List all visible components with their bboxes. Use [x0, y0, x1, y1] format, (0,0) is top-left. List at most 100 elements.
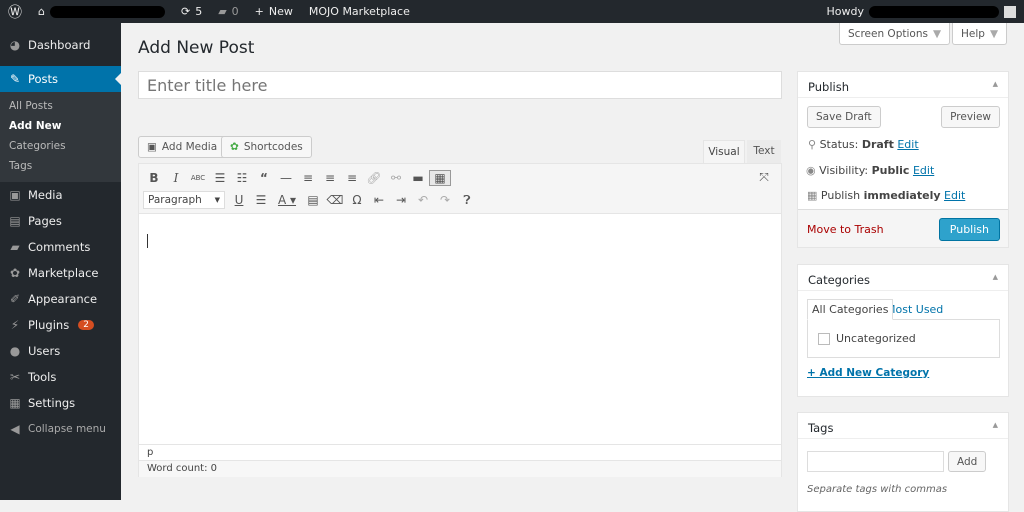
category-item[interactable]: Uncategorized	[818, 332, 989, 345]
edit-visibility-link[interactable]: Edit	[913, 164, 934, 177]
submenu-tags[interactable]: Tags	[0, 157, 121, 177]
visibility-row: ◉ Visibility: Public Edit	[806, 164, 934, 177]
submenu-all-posts[interactable]: All Posts	[0, 97, 121, 117]
collapse-menu-button[interactable]: ◀Collapse menu	[0, 416, 121, 442]
editor-toolbar: BIABC☰☷“—≡≡≡🔗︎⚯▬▦ ⤧ Paragraph▼ U☰A ▾▤⌫Ω⇤…	[139, 164, 781, 214]
avatar	[1004, 6, 1016, 18]
sidebar-item-dashboard[interactable]: ◕Dashboard	[0, 32, 121, 58]
align-center-icon[interactable]: ≡	[319, 171, 341, 185]
sidebar-item-users[interactable]: ●Users	[0, 338, 121, 364]
account-menu[interactable]: Howdy	[819, 0, 1024, 23]
collapse-arrow-icon[interactable]: ▲	[993, 273, 998, 282]
marketplace-icon: ✿	[8, 266, 22, 280]
editor-path: p	[139, 444, 781, 460]
tags-box: Tags▲ Add Separate tags with commas	[797, 412, 1009, 512]
sidebar-item-marketplace[interactable]: ✿Marketplace	[0, 260, 121, 286]
settings-icon: ▦	[8, 396, 22, 410]
edit-status-link[interactable]: Edit	[897, 138, 918, 151]
sidebar-item-posts[interactable]: ✎Posts	[0, 66, 121, 92]
toolbar-toggle-icon[interactable]: ▦	[429, 170, 451, 186]
submenu-categories[interactable]: Categories	[0, 137, 121, 157]
shortcodes-button[interactable]: ✿Shortcodes	[221, 136, 312, 158]
media-icon: ▣	[147, 141, 157, 153]
sidebar-item-media[interactable]: ▣Media	[0, 182, 121, 208]
updates-link[interactable]: ⟳5	[173, 0, 210, 23]
sidebar-item-comments[interactable]: ▰Comments	[0, 234, 121, 260]
align-left-icon[interactable]: ≡	[297, 171, 319, 185]
sidebar: ◕Dashboard ✎Posts All Posts Add New Cate…	[0, 23, 121, 500]
collapse-arrow-icon[interactable]: ▲	[993, 421, 998, 430]
bullet-list-icon[interactable]: ☰	[209, 171, 231, 185]
tab-most-used[interactable]: Most Used	[886, 303, 943, 316]
edit-schedule-link[interactable]: Edit	[944, 189, 965, 202]
help-button[interactable]: Help▼	[952, 23, 1007, 45]
tab-all-categories[interactable]: All Categories	[807, 299, 893, 320]
save-draft-button[interactable]: Save Draft	[807, 106, 881, 128]
add-new-category-link[interactable]: + Add New Category	[807, 367, 929, 379]
publish-button[interactable]: Publish	[939, 218, 1000, 241]
brush-icon: ✐	[8, 292, 22, 306]
indent-icon[interactable]: ⇥	[390, 193, 412, 207]
collapse-arrow-icon[interactable]: ▲	[993, 80, 998, 89]
publish-actions: Move to Trash Publish	[798, 209, 1008, 247]
undo-icon[interactable]: ↶	[412, 193, 434, 207]
italic-icon[interactable]: I	[165, 171, 187, 185]
sidebar-item-plugins[interactable]: ⚡Plugins2	[0, 312, 121, 338]
new-content-link[interactable]: +New	[247, 0, 301, 23]
post-title-input[interactable]	[138, 71, 782, 99]
category-checkbox[interactable]	[818, 333, 830, 345]
blockquote-icon[interactable]: “	[253, 171, 275, 185]
add-media-button[interactable]: ▣Add Media	[138, 136, 226, 158]
tab-text[interactable]: Text	[747, 140, 781, 163]
help-icon[interactable]: ❓︎	[456, 193, 478, 208]
clear-formatting-icon[interactable]: ⌫	[324, 193, 346, 207]
sidebar-item-appearance[interactable]: ✐Appearance	[0, 286, 121, 312]
status-row: ⚲ Status: Draft Edit	[808, 138, 919, 151]
unlink-icon[interactable]: ⚯	[385, 171, 407, 185]
caret-down-icon: ▼	[933, 28, 941, 40]
redo-icon[interactable]: ↷	[434, 193, 456, 207]
marketplace-link[interactable]: MOJO Marketplace	[301, 0, 418, 23]
category-list: Uncategorized	[807, 319, 1000, 358]
sidebar-item-pages[interactable]: ▤Pages	[0, 208, 121, 234]
editor-content[interactable]	[139, 214, 781, 444]
format-select[interactable]: Paragraph▼	[143, 191, 225, 209]
horizontal-line-icon[interactable]: —	[275, 171, 297, 185]
paste-text-icon[interactable]: ▤	[302, 193, 324, 207]
tags-hint: Separate tags with commas	[807, 484, 947, 495]
link-icon[interactable]: 🔗︎	[363, 171, 385, 185]
sidebar-item-settings[interactable]: ▦Settings	[0, 390, 121, 416]
add-tag-button[interactable]: Add	[948, 451, 986, 472]
outdent-icon[interactable]: ⇤	[368, 193, 390, 207]
eye-icon: ◉	[806, 164, 816, 177]
collapse-icon: ◀	[8, 422, 22, 436]
read-more-icon[interactable]: ▬	[407, 171, 429, 185]
text-color-icon[interactable]: A ▾	[272, 193, 302, 207]
page-title: Add New Post	[138, 38, 254, 58]
editor: BIABC☰☷“—≡≡≡🔗︎⚯▬▦ ⤧ Paragraph▼ U☰A ▾▤⌫Ω⇤…	[138, 163, 782, 477]
preview-button[interactable]: Preview	[941, 106, 1000, 128]
tab-visual[interactable]: Visual	[703, 140, 745, 164]
media-icon: ▣	[8, 188, 22, 202]
submenu-add-new[interactable]: Add New	[0, 117, 121, 137]
move-to-trash-link[interactable]: Move to Trash	[807, 223, 884, 236]
pin-icon: ⚲	[808, 138, 816, 151]
wordpress-logo-icon[interactable]: Ⓦ	[0, 0, 30, 23]
sidebar-item-tools[interactable]: ✂Tools	[0, 364, 121, 390]
align-right-icon[interactable]: ≡	[341, 171, 363, 185]
strikethrough-icon[interactable]: ABC	[187, 174, 209, 182]
tag-input[interactable]	[807, 451, 944, 472]
screen-options-button[interactable]: Screen Options▼	[839, 23, 950, 45]
site-name[interactable]: ⌂	[30, 0, 173, 23]
caret-down-icon: ▼	[215, 196, 220, 204]
home-icon: ⌂	[38, 5, 45, 18]
fullscreen-icon[interactable]: ⤧	[753, 170, 775, 185]
users-icon: ●	[8, 344, 22, 358]
numbered-list-icon[interactable]: ☷	[231, 171, 253, 185]
underline-icon[interactable]: U	[228, 193, 250, 207]
calendar-icon: ▦	[807, 189, 817, 202]
bold-icon[interactable]: B	[143, 171, 165, 185]
justify-icon[interactable]: ☰	[250, 193, 272, 207]
comments-link[interactable]: ▰0	[210, 0, 246, 23]
special-character-icon[interactable]: Ω	[346, 193, 368, 207]
